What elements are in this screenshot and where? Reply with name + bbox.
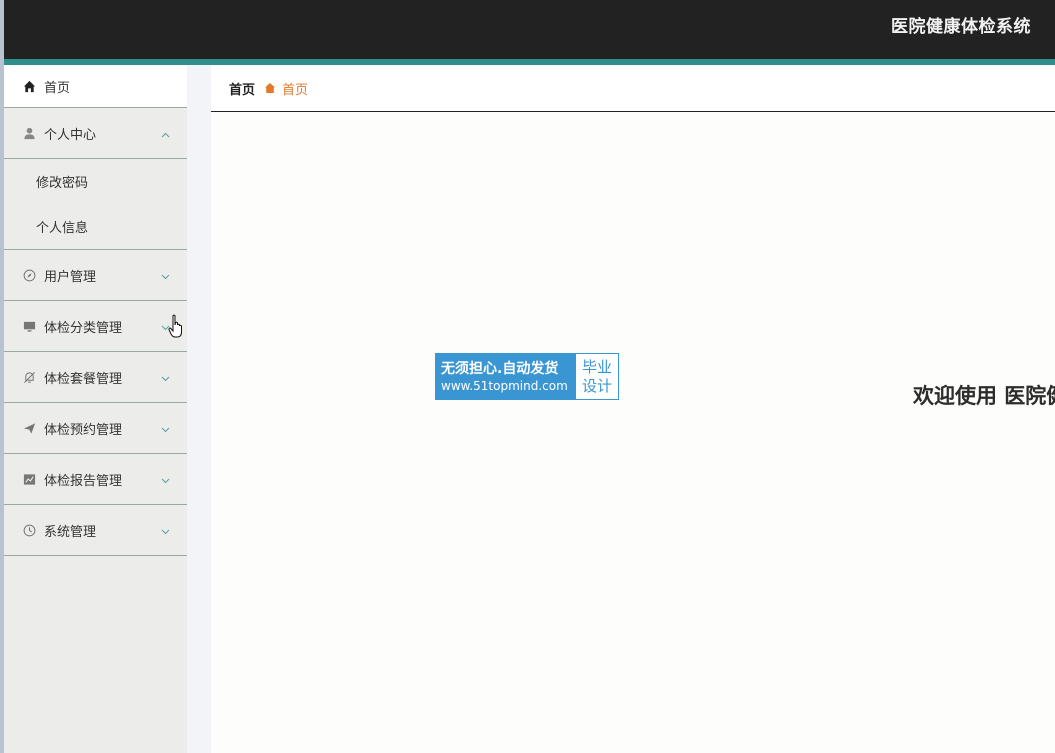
home-small-icon (264, 82, 276, 94)
sidebar-item-label: 体检套餐管理 (44, 371, 123, 387)
sidebar: 首页 个人中心 修改密码 个人信息 用户管理 体检分类管理 体检套餐管理 体检预… (4, 65, 187, 753)
sidebar-item-label: 首页 (44, 80, 71, 96)
chevron-down-icon (161, 371, 170, 382)
submenu-item-change-password[interactable]: 修改密码 (4, 159, 187, 204)
sidebar-item-home[interactable]: 首页 (4, 65, 187, 108)
breadcrumb-current: 首页 (282, 82, 309, 98)
chevron-down-icon (161, 269, 170, 280)
sidebar-gutter (187, 65, 211, 753)
watermark-badge: 无须担心.自动发货 www.51topmind.com 毕业 设计 (435, 353, 619, 400)
submenu-personal: 修改密码 个人信息 (4, 159, 187, 250)
watermark-tag-2: 设计 (581, 376, 612, 395)
sidebar-item-label: 体检预约管理 (44, 422, 123, 438)
sidebar-item-exam-report[interactable]: 体检报告管理 (4, 454, 187, 505)
app-title: 医院健康体检系统 (891, 17, 1031, 37)
compass-icon (22, 268, 36, 282)
chart-icon (22, 472, 36, 486)
paper-plane-icon (22, 421, 36, 435)
breadcrumb: 首页 首页 (211, 65, 1055, 112)
chevron-down-icon (161, 422, 170, 433)
watermark-tag-1: 毕业 (581, 357, 612, 376)
watermark-line-1: 无须担心.自动发货 (441, 360, 559, 377)
watermark-line-2: www.51topmind.com (441, 378, 568, 393)
sidebar-item-label: 体检报告管理 (44, 473, 123, 489)
chevron-down-icon (161, 473, 170, 484)
chevron-up-icon (161, 127, 170, 138)
sidebar-item-label: 体检分类管理 (44, 320, 123, 336)
sidebar-item-label: 个人中心 (44, 127, 97, 143)
sidebar-item-exam-booking[interactable]: 体检预约管理 (4, 403, 187, 454)
monitor-icon (22, 319, 36, 333)
sidebar-item-label: 用户管理 (44, 269, 97, 285)
sidebar-item-exam-category[interactable]: 体检分类管理 (4, 301, 187, 352)
main-content: 首页 首页 欢迎使用 医院健康体检系统 (211, 65, 1055, 753)
breadcrumb-home[interactable]: 首页 (229, 79, 255, 98)
bell-off-icon (22, 370, 36, 384)
clock-icon (22, 523, 36, 537)
watermark-text: 无须担心.自动发货 www.51topmind.com (436, 354, 576, 399)
submenu-item-profile[interactable]: 个人信息 (4, 204, 187, 249)
app-window: 医院健康体检系统 首页 个人中心 修改密码 个人信息 用户管理 体检分类管理 体… (0, 0, 1055, 753)
sidebar-item-exam-package[interactable]: 体检套餐管理 (4, 352, 187, 403)
top-bar: 医院健康体检系统 (4, 0, 1055, 59)
hand-cursor-icon (168, 314, 186, 340)
home-icon (22, 79, 36, 93)
chevron-down-icon (161, 524, 170, 535)
user-icon (22, 126, 36, 140)
sidebar-item-label: 系统管理 (44, 524, 97, 540)
welcome-text: 欢迎使用 医院健康体检系统 (913, 384, 1055, 408)
watermark-tag: 毕业 设计 (576, 354, 618, 399)
sidebar-item-users[interactable]: 用户管理 (4, 250, 187, 301)
sidebar-item-personal[interactable]: 个人中心 (4, 108, 187, 159)
sidebar-item-system[interactable]: 系统管理 (4, 505, 187, 556)
